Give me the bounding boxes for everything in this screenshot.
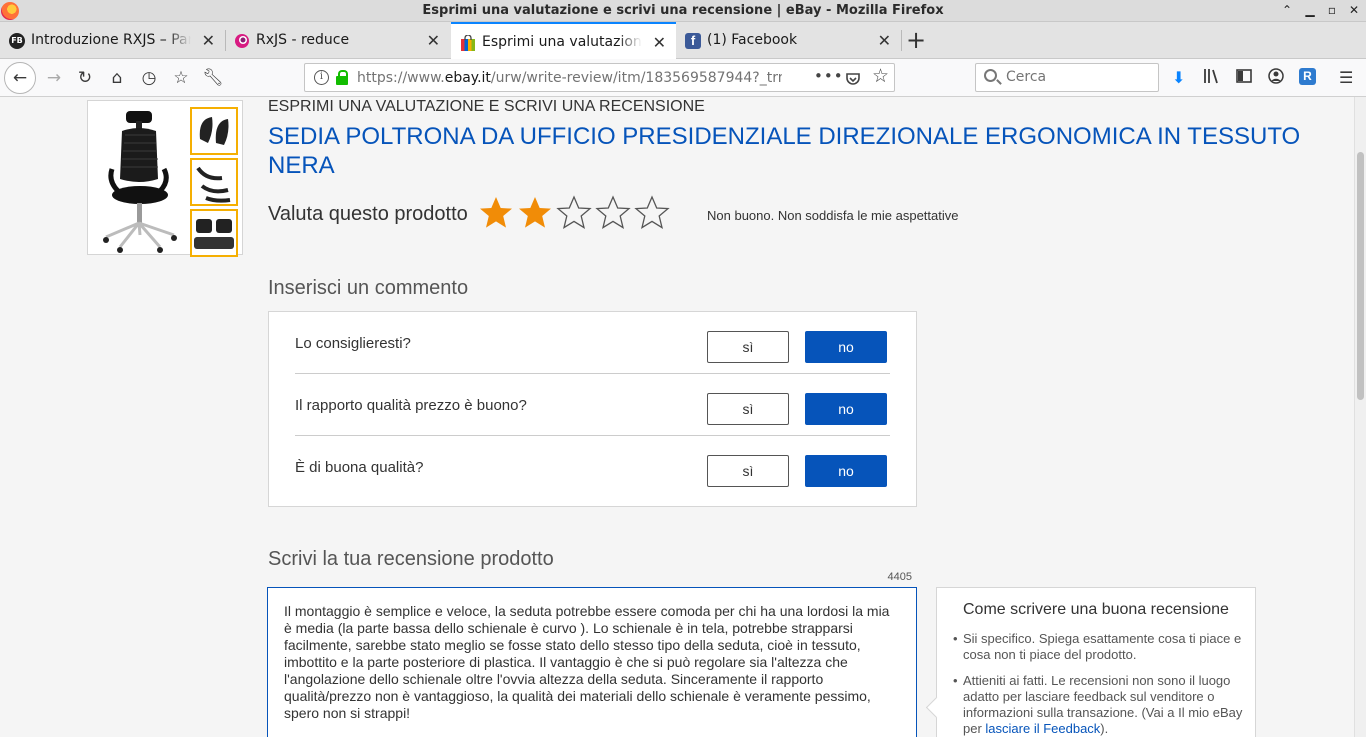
bookmark-star-icon[interactable]: ☆ <box>872 65 889 87</box>
thumbnail-headrest[interactable] <box>190 107 238 155</box>
tip-item: Attieniti ai fatti. Le recensioni non so… <box>953 673 1243 737</box>
navigation-toolbar: ← → ↻ ⌂ ◷ ☆ 🔧︎ i https://www.ebay.it/urw… <box>0 59 1366 97</box>
question-label: Lo consiglieresti? <box>295 335 411 352</box>
star-filled-icon[interactable] <box>517 195 553 231</box>
tab-rxjs-intro[interactable]: FB Introduzione RXJS – Parte ✕ <box>0 22 225 59</box>
thumbnail-controls[interactable] <box>190 209 238 257</box>
fb-favicon-icon: FB <box>9 33 25 49</box>
page-kicker: ESPRIMI UNA VALUTAZIONE E SCRIVI UNA REC… <box>268 98 705 115</box>
rating-description: Non buono. Non soddisfa le mie aspettati… <box>707 208 959 223</box>
tab-close-icon[interactable]: ✕ <box>202 31 215 50</box>
url-text[interactable]: https://www.ebay.it/urw/write-review/itm… <box>357 70 782 86</box>
tab-label: Introduzione RXJS – Parte <box>31 32 191 48</box>
tab-label: RxJS - reduce <box>256 32 416 48</box>
star-empty-icon[interactable] <box>556 195 592 231</box>
page-content: ESPRIMI UNA VALUTAZIONE E SCRIVI UNA REC… <box>0 97 1354 737</box>
chair-image <box>103 111 177 253</box>
page-actions-ellipsis-icon[interactable]: ••• <box>814 67 844 85</box>
back-arrow-icon[interactable]: ← <box>4 62 36 94</box>
home-icon[interactable]: ⌂ <box>103 64 131 92</box>
tab-rxjs-reduce[interactable]: RxJS - reduce ✕ <box>225 22 450 59</box>
forward-arrow-icon[interactable]: → <box>40 64 68 92</box>
rating-label: Valuta questo prodotto <box>268 203 468 225</box>
tip-item: Sii specifico. Spiega esattamente cosa t… <box>953 631 1243 663</box>
tips-title: Come scrivere una buona recensione <box>963 601 1229 618</box>
review-heading: Scrivi la tua recensione prodotto <box>268 548 554 570</box>
no-button[interactable]: no <box>805 393 887 425</box>
extension-r-icon[interactable]: R <box>1299 68 1316 85</box>
history-clock-icon[interactable]: ◷ <box>135 64 163 92</box>
tab-close-icon[interactable]: ✕ <box>427 31 440 50</box>
product-title[interactable]: SEDIA POLTRONA DA UFFICIO PRESIDENZIALE … <box>268 122 1328 180</box>
ebay-bag-icon <box>460 34 476 51</box>
product-image[interactable] <box>87 100 243 257</box>
sidebar-toggle-icon[interactable] <box>1236 68 1252 87</box>
wrench-tools-icon[interactable]: 🔧︎ <box>199 64 227 92</box>
tab-bar: FB Introduzione RXJS – Parte ✕ RxJS - re… <box>0 22 1366 60</box>
yes-button[interactable]: sì <box>707 331 789 363</box>
question-label: È di buona qualità? <box>295 459 424 476</box>
window-restore-icon[interactable]: ⌃ <box>1279 2 1295 18</box>
pocket-icon[interactable] <box>845 67 861 91</box>
hamburger-menu-icon[interactable]: ☰ <box>1339 68 1353 87</box>
tab-close-icon[interactable]: ✕ <box>653 33 666 52</box>
thumbnail-armrest[interactable] <box>190 158 238 206</box>
window-close-icon[interactable]: ✕ <box>1346 2 1362 18</box>
search-bar[interactable] <box>975 63 1159 92</box>
comment-heading: Inserisci un commento <box>268 277 469 299</box>
reload-icon[interactable]: ↻ <box>71 64 99 92</box>
question-row: È di buona qualità? sì no <box>295 436 890 498</box>
star-empty-icon[interactable] <box>595 195 631 231</box>
search-icon <box>984 69 997 82</box>
bookmark-star-tray-icon[interactable]: ☆ <box>167 64 195 92</box>
new-tab-icon[interactable]: + <box>904 26 928 54</box>
question-label: Il rapporto qualità prezzo è buono? <box>295 397 527 414</box>
review-tips-panel: Come scrivere una buona recensione Sii s… <box>936 587 1256 737</box>
search-input[interactable] <box>1006 69 1146 85</box>
window-titlebar: Esprimi una valutazione e scrivi una rec… <box>0 0 1366 22</box>
question-row: Lo consiglieresti? sì no <box>295 312 890 374</box>
leave-feedback-link[interactable]: lasciare il Feedback <box>985 721 1100 736</box>
yes-button[interactable]: sì <box>707 455 789 487</box>
questions-box: Lo consiglieresti? sì no Il rapporto qua… <box>268 311 917 507</box>
tab-label: Esprimi una valutazione e <box>482 34 642 50</box>
review-textarea[interactable] <box>267 587 917 737</box>
window-minimize-icon[interactable]: ▁ <box>1302 2 1318 18</box>
star-empty-icon[interactable] <box>634 195 670 231</box>
facebook-favicon-icon: f <box>685 33 701 49</box>
window-maximize-icon[interactable]: ▫ <box>1324 2 1340 18</box>
url-bar[interactable]: i https://www.ebay.it/urw/write-review/i… <box>304 63 895 92</box>
tab-facebook[interactable]: f (1) Facebook ✕ <box>676 22 901 59</box>
library-icon[interactable] <box>1203 68 1221 88</box>
secure-lock-icon[interactable] <box>336 70 348 85</box>
page-scrollbar[interactable] <box>1354 97 1366 737</box>
no-button[interactable]: no <box>805 331 887 363</box>
tab-label: (1) Facebook <box>707 32 867 48</box>
tab-ebay-review[interactable]: Esprimi una valutazione e ✕ <box>451 22 676 60</box>
tab-close-icon[interactable]: ✕ <box>878 31 891 50</box>
rxjs-favicon-icon <box>234 33 250 49</box>
star-filled-icon[interactable] <box>478 195 514 231</box>
product-thumbnails <box>190 107 240 260</box>
question-row: Il rapporto qualità prezzo è buono? sì n… <box>295 374 890 436</box>
scrollbar-thumb[interactable] <box>1357 152 1364 400</box>
downloads-arrow-icon[interactable]: ⬇ <box>1172 68 1185 87</box>
window-title: Esprimi una valutazione e scrivi una rec… <box>422 3 944 18</box>
no-button[interactable]: no <box>805 455 887 487</box>
yes-button[interactable]: sì <box>707 393 789 425</box>
site-info-icon[interactable]: i <box>314 70 329 85</box>
account-sync-icon[interactable] <box>1268 68 1284 88</box>
character-counter: 4405 <box>887 571 912 583</box>
